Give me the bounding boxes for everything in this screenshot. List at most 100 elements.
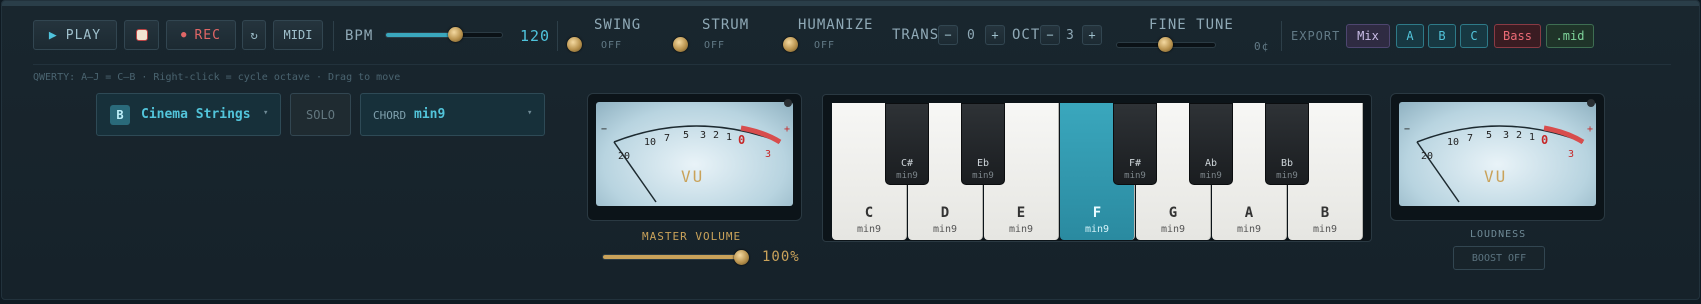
vu-scale-label: 2 — [1516, 130, 1523, 141]
loudness-label: LOUDNESS — [1470, 229, 1527, 240]
vu-scale-label: 20 — [1421, 151, 1434, 162]
key-chord: min9 — [896, 171, 918, 181]
export-mix-button[interactable]: Mix — [1346, 24, 1390, 48]
vu-scale-label: 20 — [618, 151, 631, 162]
strum-state: OFF — [704, 40, 726, 51]
vu-scale-label: 7 — [664, 133, 671, 144]
key-note: D — [940, 205, 950, 221]
vu-plus-sign: + — [784, 124, 791, 135]
strum-toggle[interactable] — [673, 37, 688, 52]
divider — [333, 21, 334, 51]
play-label: PLAY — [65, 27, 102, 43]
rec-button[interactable]: ● REC — [166, 20, 236, 50]
fine-tune-value: 0¢ — [1254, 40, 1270, 53]
humanize-state: OFF — [814, 40, 836, 51]
export-a-button[interactable]: A — [1396, 24, 1424, 48]
vu-scale-label: 3 — [1503, 130, 1510, 141]
keyboard-hint: QWERTY: A–J = C–B · Right-click = cycle … — [33, 72, 401, 83]
divider — [557, 21, 558, 51]
vu-indicator-led — [1587, 99, 1595, 107]
master-volume-value: 100% — [762, 249, 800, 265]
chord-label: CHORD — [373, 109, 407, 122]
bpm-slider-handle[interactable] — [448, 27, 463, 42]
vu-scale-label: 0 — [1541, 133, 1549, 147]
vu-face: 20 10 7 5 3 2 1 0 3 − + VU — [596, 102, 793, 206]
swing-toggle[interactable] — [567, 37, 582, 52]
vu-minus-sign: − — [1404, 124, 1411, 135]
piano-keys: Cmin9 Dmin9 Emin9 Fmin9 Gmin9 Amin9 Bmin… — [832, 103, 1363, 240]
drum-icon — [135, 29, 148, 41]
chord-value: min9 — [414, 107, 446, 122]
strum-label: STRUM — [702, 17, 750, 33]
instrument-select[interactable]: B Cinema Strings ▾ — [96, 93, 281, 136]
master-volume-track[interactable] — [602, 254, 747, 260]
key-chord: min9 — [856, 224, 882, 235]
key-chord: min9 — [932, 224, 958, 235]
trans-plus-button[interactable]: + — [985, 25, 1005, 45]
key-f-sharp[interactable]: F# min9 — [1113, 103, 1157, 185]
vu-plus-sign: + — [1587, 124, 1594, 135]
vu-label: VU — [681, 167, 705, 186]
vu-minus-sign: − — [601, 124, 608, 135]
vu-meter-right: 20 10 7 5 3 2 1 0 3 − + VU — [1390, 93, 1605, 221]
key-note: G — [1168, 205, 1178, 221]
vu-scale-label: 1 — [1529, 132, 1536, 143]
boost-button[interactable]: BOOST OFF — [1453, 246, 1545, 270]
key-note: A — [1244, 205, 1254, 221]
key-a-flat[interactable]: Ab min9 — [1189, 103, 1233, 185]
play-button[interactable]: ▶ PLAY — [33, 20, 117, 50]
key-note: C# — [900, 158, 914, 169]
solo-button[interactable]: SOLO — [290, 93, 351, 136]
humanize-toggle[interactable] — [783, 37, 798, 52]
instrument-slot-badge: B — [110, 105, 130, 125]
play-icon: ▶ — [48, 27, 58, 43]
key-note: Ab — [1204, 158, 1218, 169]
chevron-down-icon: ▾ — [527, 108, 533, 118]
rec-dot-icon: ● — [181, 30, 188, 40]
master-volume-label: MASTER VOLUME — [642, 230, 742, 243]
master-volume-handle[interactable] — [734, 250, 749, 265]
key-chord: min9 — [1236, 224, 1262, 235]
chevron-down-icon: ▾ — [263, 108, 269, 118]
swing-label: SWING — [594, 17, 642, 33]
export-mid-button[interactable]: .mid — [1546, 24, 1594, 48]
midi-button[interactable]: MIDI — [273, 20, 323, 50]
vu-scale-label: 7 — [1467, 133, 1474, 144]
key-c-sharp[interactable]: C# min9 — [885, 103, 929, 185]
loop-button[interactable]: ↻ — [242, 20, 266, 50]
key-chord: min9 — [1084, 224, 1110, 235]
vu-scale-label: 10 — [644, 137, 657, 148]
key-note: Eb — [976, 158, 990, 169]
vu-meter-left: 20 10 7 5 3 2 1 0 3 − + VU — [587, 93, 802, 221]
humanize-label: HUMANIZE — [798, 17, 874, 33]
app-window: ▶ PLAY ● REC ↻ MIDI BPM 120 SWING OFF ST… — [1, 0, 1700, 300]
key-note: B — [1320, 205, 1330, 221]
export-bass-button[interactable]: Bass — [1494, 24, 1541, 48]
bpm-slider-track[interactable] — [385, 32, 503, 38]
trans-label: TRANS — [892, 27, 940, 43]
drum-button[interactable] — [124, 20, 159, 50]
key-b-flat[interactable]: Bb min9 — [1265, 103, 1309, 185]
key-chord: min9 — [1160, 224, 1186, 235]
key-note: F# — [1128, 158, 1142, 169]
trans-minus-button[interactable]: − — [938, 25, 958, 45]
fine-tune-handle[interactable] — [1158, 37, 1173, 52]
key-note: F — [1092, 205, 1102, 221]
key-chord: min9 — [1276, 171, 1298, 181]
export-label: EXPORT — [1291, 29, 1341, 43]
master-volume-fill — [603, 255, 746, 259]
vu-scale-label: 3 — [700, 130, 707, 141]
key-e-flat[interactable]: Eb min9 — [961, 103, 1005, 185]
vu-scale-label: 1 — [726, 132, 733, 143]
export-b-button[interactable]: B — [1428, 24, 1456, 48]
swing-state: OFF — [601, 40, 623, 51]
top-border — [2, 1, 1699, 6]
oct-plus-button[interactable]: + — [1082, 25, 1102, 45]
export-c-button[interactable]: C — [1460, 24, 1488, 48]
key-chord: min9 — [1008, 224, 1034, 235]
oct-minus-button[interactable]: − — [1040, 25, 1060, 45]
vu-scale-label: 3 — [1568, 149, 1575, 160]
loop-icon: ↻ — [250, 28, 258, 42]
chord-select[interactable]: CHORD min9 ▾ — [360, 93, 545, 136]
piano-keyboard: Cmin9 Dmin9 Emin9 Fmin9 Gmin9 Amin9 Bmin… — [822, 94, 1372, 242]
